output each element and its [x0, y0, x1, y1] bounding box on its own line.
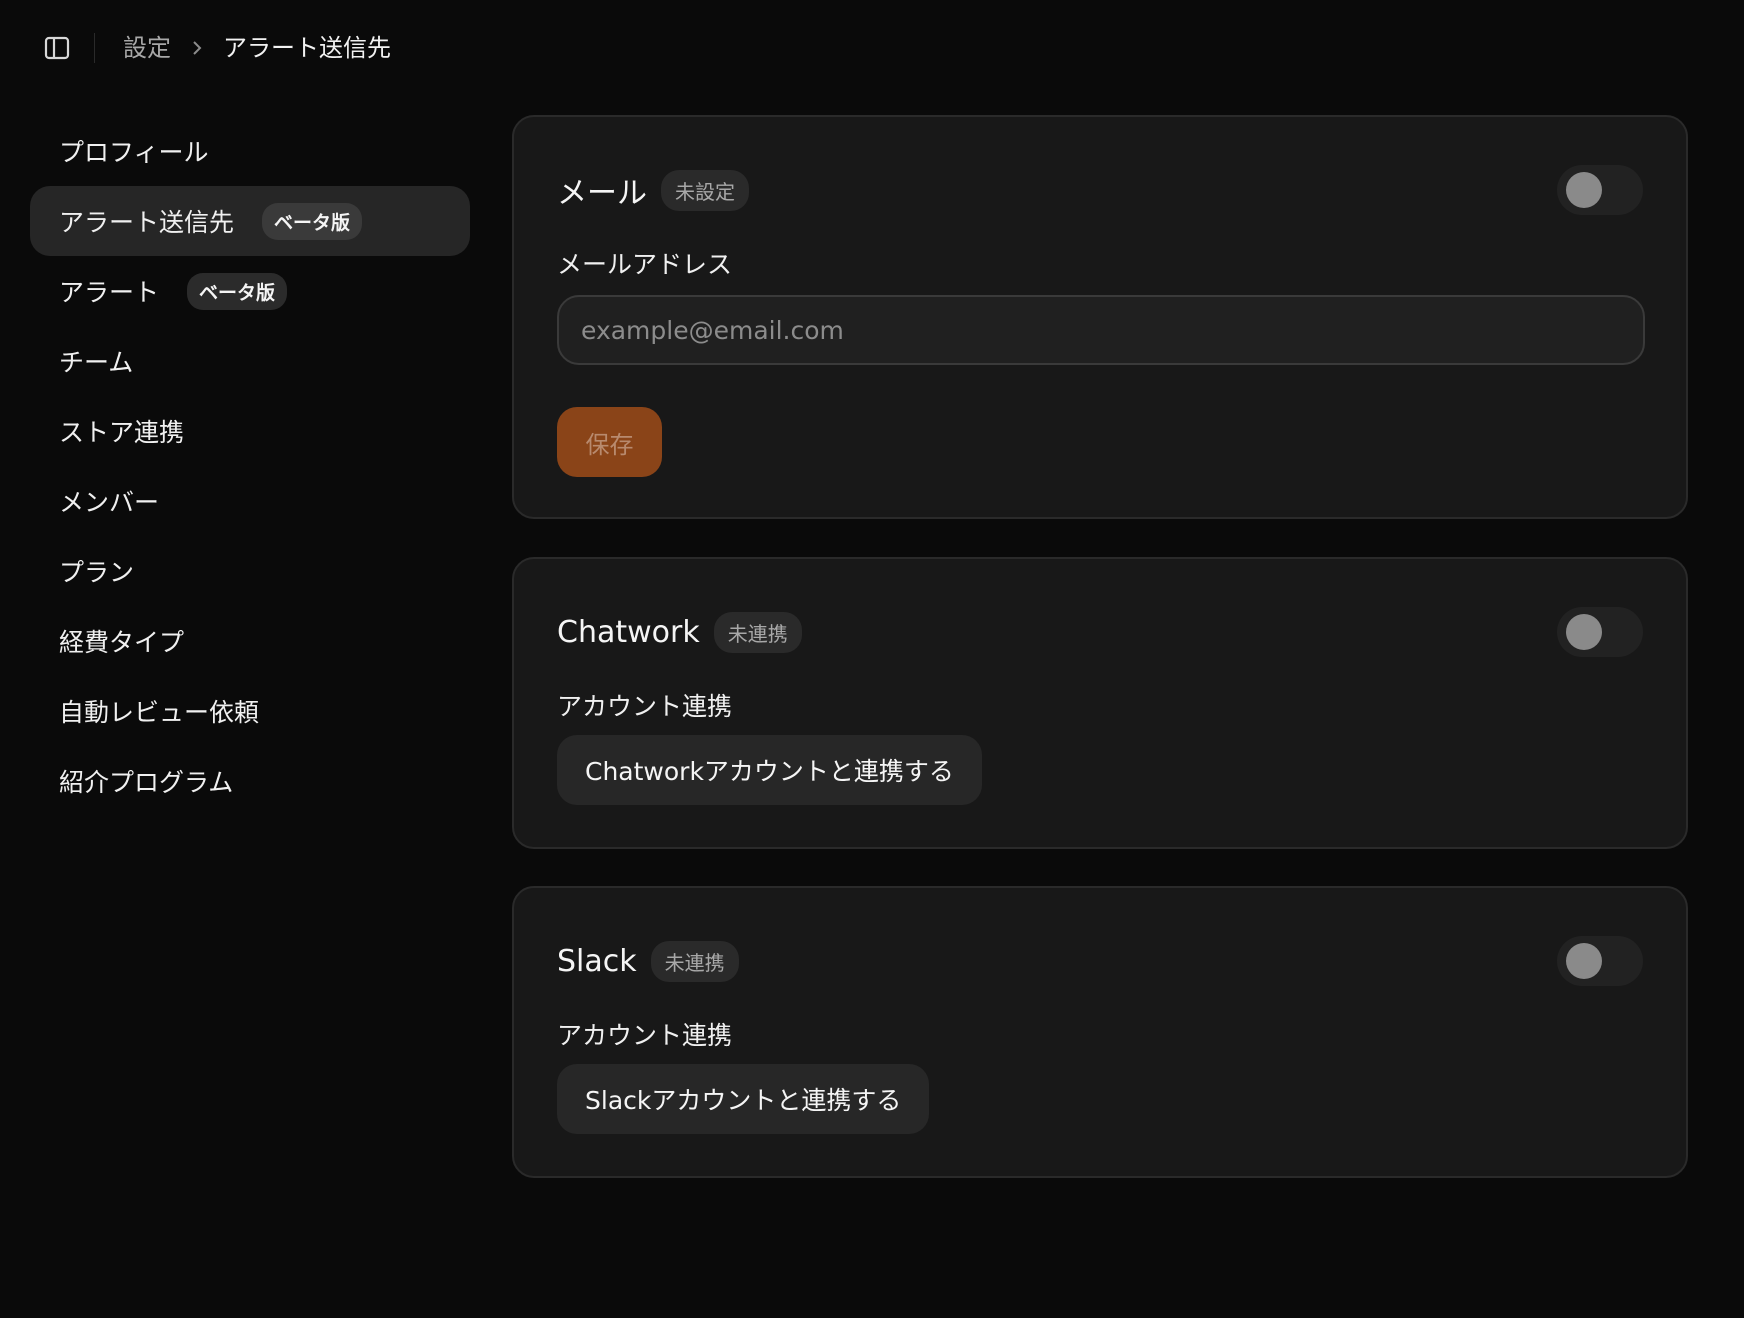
breadcrumb: 設定 アラート送信先: [123, 36, 391, 60]
sidebar-item-label: 紹介プログラム: [59, 768, 234, 797]
email-input[interactable]: [557, 295, 1645, 365]
sidebar-item-members[interactable]: メンバー: [30, 466, 470, 536]
breadcrumb-settings-link[interactable]: 設定: [123, 36, 171, 60]
sidebar-item-label: 経費タイプ: [59, 628, 185, 657]
header-divider: [94, 33, 95, 63]
email-field-label: メールアドレス: [557, 250, 733, 279]
save-button[interactable]: 保存: [557, 407, 662, 477]
sidebar-item-auto-review-request[interactable]: 自動レビュー依頼: [30, 676, 470, 746]
account-link-label: アカウント連携: [557, 692, 733, 721]
chatwork-destination-card: Chatwork 未連携 アカウント連携 Chatworkアカウントと連携する: [512, 557, 1688, 849]
card-title: Chatwork: [557, 614, 700, 650]
sidebar-item-label: プラン: [59, 558, 135, 587]
card-title: Slack: [557, 943, 637, 979]
toggle-knob: [1566, 614, 1602, 650]
sidebar-item-label: メンバー: [59, 488, 160, 517]
account-link-label: アカウント連携: [557, 1021, 733, 1050]
sidebar-item-label: プロフィール: [59, 138, 209, 167]
sidebar-item-alert-destinations[interactable]: アラート送信先 ベータ版: [30, 186, 470, 256]
toggle-knob: [1566, 943, 1602, 979]
sidebar-item-label: アラート送信先: [59, 208, 235, 237]
sidebar-item-profile[interactable]: プロフィール: [30, 116, 470, 186]
toggle-knob: [1566, 172, 1602, 208]
chevron-right-icon: [191, 39, 203, 57]
slack-destination-card: Slack 未連携 アカウント連携 Slackアカウントと連携する: [512, 886, 1688, 1178]
settings-sidebar: プロフィール アラート送信先 ベータ版 アラート ベータ版 チーム ストア連携 …: [30, 116, 470, 816]
status-badge: 未設定: [661, 169, 749, 211]
sidebar-item-label: 自動レビュー依頼: [59, 698, 260, 727]
connect-slack-button[interactable]: Slackアカウントと連携する: [557, 1064, 930, 1134]
sidebar-item-expense-types[interactable]: 経費タイプ: [30, 606, 470, 676]
sidebar-item-referral-program[interactable]: 紹介プログラム: [30, 746, 470, 816]
top-bar: 設定 アラート送信先: [0, 0, 1744, 96]
sidebar-item-label: チーム: [59, 348, 134, 377]
beta-badge: ベータ版: [187, 272, 288, 310]
connect-chatwork-button[interactable]: Chatworkアカウントと連携する: [557, 735, 982, 805]
sidebar-item-store-integration[interactable]: ストア連携: [30, 396, 470, 466]
chatwork-enable-toggle[interactable]: [1557, 607, 1643, 657]
status-badge: 未連携: [650, 940, 739, 982]
email-destination-card: メール 未設定 メールアドレス 保存: [512, 115, 1688, 519]
card-header: Chatwork 未連携: [557, 597, 1643, 667]
sidebar-item-label: ストア連携: [59, 418, 185, 447]
beta-badge: ベータ版: [262, 202, 363, 240]
sidebar-item-label: アラート: [59, 278, 160, 307]
sidebar-item-team[interactable]: チーム: [30, 326, 470, 396]
status-badge: 未連携: [713, 611, 802, 653]
card-header: メール 未設定: [557, 155, 1643, 225]
slack-enable-toggle[interactable]: [1557, 936, 1643, 986]
breadcrumb-current: アラート送信先: [223, 34, 391, 62]
email-enable-toggle[interactable]: [1557, 165, 1643, 215]
sidebar-item-plan[interactable]: プラン: [30, 536, 470, 606]
card-title: メール: [557, 176, 647, 211]
sidebar-item-alerts[interactable]: アラート ベータ版: [30, 256, 470, 326]
card-header: Slack 未連携: [557, 926, 1643, 996]
sidebar-toggle-icon[interactable]: [42, 33, 72, 63]
